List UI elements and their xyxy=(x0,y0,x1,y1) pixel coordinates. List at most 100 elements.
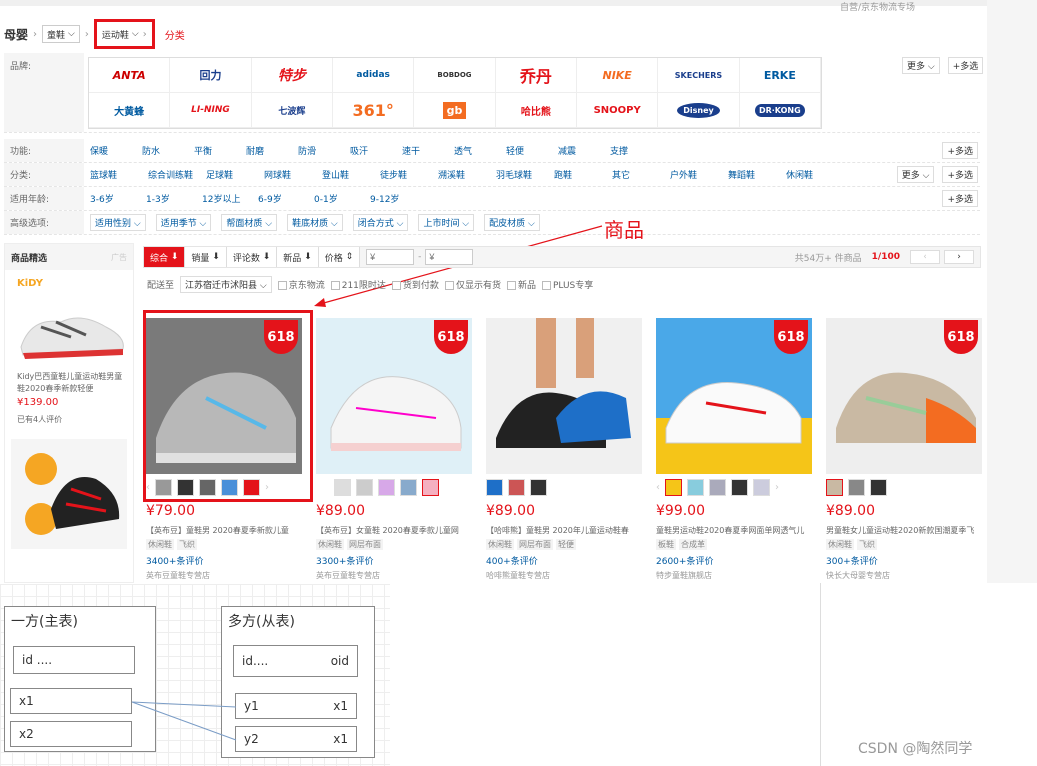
filter-option[interactable]: 徒步鞋 xyxy=(380,168,438,181)
ship-option[interactable]: 京东物流 xyxy=(277,278,325,291)
filter-option[interactable]: 12岁以上 xyxy=(202,192,258,205)
thumbnail[interactable] xyxy=(508,478,525,496)
filter-dropdown[interactable]: 适用性别 ⌵ xyxy=(90,214,146,231)
brand-logo[interactable]: 回力 xyxy=(170,58,252,93)
price-from-input[interactable] xyxy=(366,249,415,265)
filter-option[interactable]: 篮球鞋 xyxy=(90,168,148,181)
chevron-right-icon[interactable]: › xyxy=(775,482,779,493)
product-image[interactable]: 618 xyxy=(656,318,812,474)
product-comments[interactable]: 300+条评价 xyxy=(826,554,984,567)
product-card[interactable]: 618 ‹ › ¥99.00 童鞋男运动鞋2020春夏季网面单网透气儿 板鞋 合成… xyxy=(656,318,814,581)
brand-logo[interactable]: ANTA xyxy=(89,58,171,93)
thumbnail[interactable] xyxy=(870,478,887,496)
ship-option[interactable]: 货到付款 xyxy=(391,278,439,291)
checkbox[interactable] xyxy=(444,280,454,290)
product-comments[interactable]: 2600+条评价 xyxy=(656,554,814,567)
product-name[interactable]: 【哈啡熊】童鞋男 2020年儿童运动鞋春 xyxy=(486,525,644,536)
brand-logo[interactable]: 哈比熊 xyxy=(495,93,577,128)
chevron-left-icon[interactable]: ‹ xyxy=(656,482,660,493)
filter-dropdown[interactable]: 帮面材质 ⌵ xyxy=(221,214,278,231)
brand-logo[interactable]: 七波辉 xyxy=(251,93,333,128)
product-name[interactable]: 童鞋男运动鞋2020春夏季网面单网透气儿 xyxy=(656,525,814,536)
filter-option[interactable]: 6-9岁 xyxy=(258,192,314,205)
product-name[interactable]: 【英布豆】女童鞋 2020春夏季款儿童网 xyxy=(316,525,474,536)
brand-logo[interactable]: 361° xyxy=(333,93,415,128)
thumbnail[interactable] xyxy=(753,478,770,496)
filter-option[interactable]: 其它 xyxy=(612,168,670,181)
filter-option[interactable]: 吸汗 xyxy=(350,144,402,157)
thumbnail[interactable] xyxy=(221,478,238,496)
sidebar-product-image[interactable] xyxy=(11,297,127,367)
checkbox[interactable] xyxy=(277,280,287,290)
category-link[interactable]: 分类 xyxy=(165,27,185,42)
filter-option[interactable]: 户外鞋 xyxy=(670,168,728,181)
filter-option[interactable]: 平衡 xyxy=(194,144,246,157)
chevron-right-icon[interactable]: › xyxy=(265,482,269,493)
sidebar-product-name[interactable]: Kidy巴西童鞋儿童运动鞋男童鞋2020春季新款轻便 xyxy=(5,367,133,395)
filter-dropdown[interactable]: 适用季节 ⌵ xyxy=(155,214,212,231)
filter-option[interactable]: 网球鞋 xyxy=(264,168,322,181)
next-page-button[interactable]: › xyxy=(944,250,974,264)
thumbnail[interactable] xyxy=(530,478,547,496)
filter-option[interactable]: 休闲鞋 xyxy=(786,168,844,181)
product-shop[interactable]: 英布豆童鞋专营店 xyxy=(316,570,474,581)
filter-option[interactable]: 9-12岁 xyxy=(370,192,426,205)
multi-select-button[interactable]: +多选 xyxy=(942,166,978,183)
multi-select-button[interactable]: +多选 xyxy=(947,57,984,74)
product-name[interactable]: 【英布豆】童鞋男 2020春夏季新款儿童 xyxy=(146,525,304,536)
thumbnail[interactable] xyxy=(709,478,726,496)
product-shop[interactable]: 英布豆童鞋专营店 xyxy=(146,570,304,581)
filter-option[interactable]: 减震 xyxy=(558,144,610,157)
brand-logo[interactable]: LI-NING xyxy=(170,93,252,128)
sort-default-button[interactable]: 综合 ⬇ xyxy=(144,247,186,267)
product-card[interactable]: 618 ¥89.00 男童鞋女儿童运动鞋2020新款国潮夏季飞 休闲鞋 飞织 30… xyxy=(826,318,984,581)
filter-option[interactable]: 耐磨 xyxy=(246,144,298,157)
product-comments[interactable]: 3300+条评价 xyxy=(316,554,474,567)
brand-logo[interactable]: adidas xyxy=(333,58,415,93)
breadcrumb-root[interactable]: 母婴 xyxy=(4,26,28,43)
brand-logo[interactable]: Disney xyxy=(658,93,740,128)
checkbox[interactable] xyxy=(506,280,516,290)
thumbnail[interactable] xyxy=(378,478,395,496)
product-card[interactable]: 618 ‹ › ¥79.00 【英布豆】童鞋男 2020春夏季新款儿童 休闲鞋飞… xyxy=(146,318,304,581)
filter-option[interactable]: 防水 xyxy=(142,144,194,157)
price-to-input[interactable] xyxy=(425,249,474,265)
thumbnail[interactable] xyxy=(687,478,704,496)
filter-option[interactable]: 0-1岁 xyxy=(314,192,370,205)
brand-logo[interactable]: gb xyxy=(414,93,496,128)
brand-logo[interactable]: 特步 xyxy=(251,58,333,93)
thumbnail[interactable] xyxy=(400,478,417,496)
thumbnail[interactable] xyxy=(199,478,216,496)
location-select[interactable]: 江苏宿迁市沭阳县 ⌵ xyxy=(180,275,272,293)
breadcrumb-level1-select[interactable]: 童鞋 ⌵ xyxy=(42,25,80,43)
ship-option[interactable]: 仅显示有货 xyxy=(444,278,501,291)
filter-option[interactable]: 1-3岁 xyxy=(146,192,202,205)
product-card[interactable]: ¥89.00 【哈啡熊】童鞋男 2020年儿童运动鞋春 休闲鞋 网层布面 轻便 40… xyxy=(486,318,644,581)
sort-new-button[interactable]: 新品 ⬇ xyxy=(277,247,319,267)
brand-logo[interactable]: SKECHERS xyxy=(658,58,740,93)
product-card[interactable]: 618 ¥89.00 【英布豆】女童鞋 2020春夏季款儿童网 休闲鞋 网层布面 … xyxy=(316,318,474,581)
filter-option[interactable]: 舞蹈鞋 xyxy=(728,168,786,181)
filter-option[interactable]: 保暖 xyxy=(90,144,142,157)
brand-logo[interactable]: NIKE xyxy=(577,58,659,93)
product-shop[interactable]: 快长大母婴专营店 xyxy=(826,570,984,581)
filter-option[interactable]: 综合训练鞋 xyxy=(148,168,206,181)
sort-sales-button[interactable]: 销量 ⬇ xyxy=(185,247,227,267)
sort-price-button[interactable]: 价格 ⇕ xyxy=(318,247,361,267)
product-image[interactable]: 618 xyxy=(826,318,982,474)
filter-option[interactable]: 足球鞋 xyxy=(206,168,264,181)
multi-select-button[interactable]: +多选 xyxy=(942,190,978,207)
product-comments[interactable]: 400+条评价 xyxy=(486,554,644,567)
filter-option[interactable]: 登山鞋 xyxy=(322,168,380,181)
filter-option[interactable]: 跑鞋 xyxy=(554,168,612,181)
thumbnail[interactable] xyxy=(334,478,351,496)
ship-option[interactable]: 新品 xyxy=(506,278,536,291)
product-image[interactable]: 618 xyxy=(146,318,302,474)
thumbnail[interactable] xyxy=(243,478,260,496)
product-image[interactable]: 618 xyxy=(316,318,472,474)
brand-logo[interactable]: BOBDOG xyxy=(414,58,496,93)
breadcrumb-level2-select[interactable]: 运动鞋 ⌵ xyxy=(100,25,141,43)
brand-logo[interactable]: SNOOPY xyxy=(577,93,659,128)
sort-comments-button[interactable]: 评论数 ⬇ xyxy=(226,247,278,267)
product-name[interactable]: 男童鞋女儿童运动鞋2020新款国潮夏季飞 xyxy=(826,525,984,536)
